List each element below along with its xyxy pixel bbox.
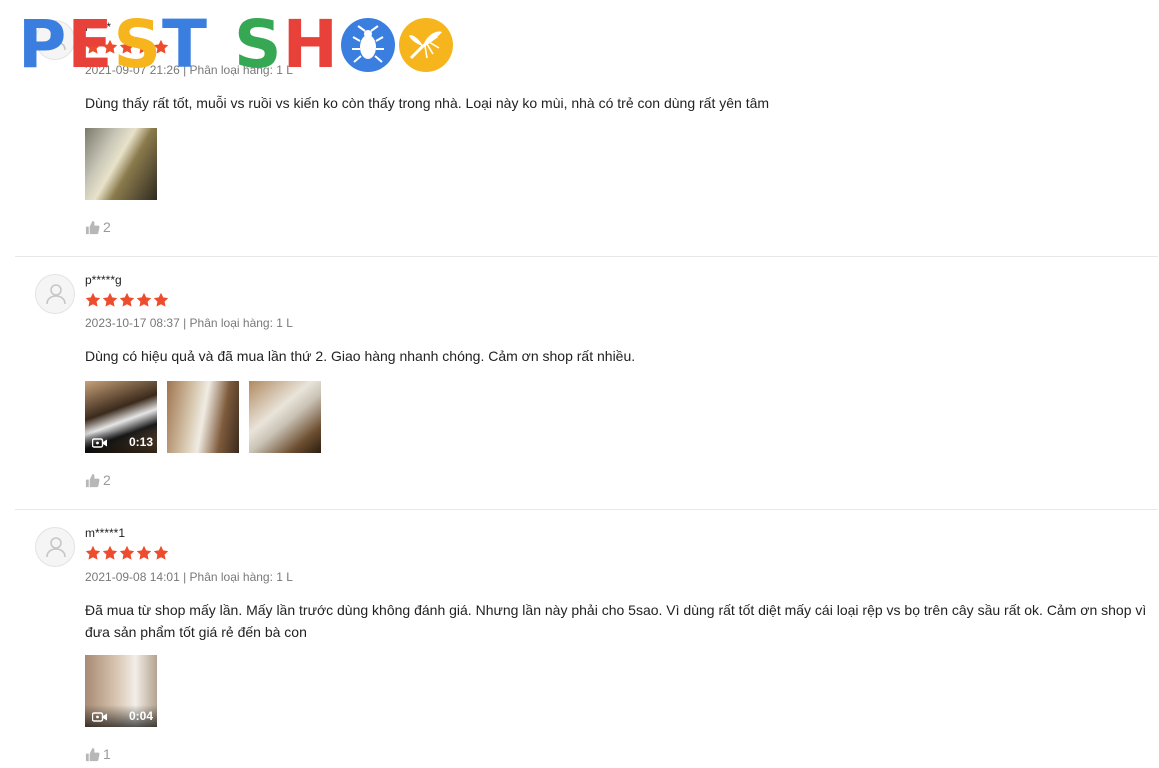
video-camera-icon bbox=[92, 437, 108, 449]
logo-letter: T bbox=[162, 6, 209, 83]
review-item: m*****1 2021-09-08 14:01 | Phân loại hàn… bbox=[15, 510, 1158, 768]
avatar[interactable] bbox=[35, 274, 75, 314]
review-media: 0:04 bbox=[85, 655, 157, 727]
video-overlay: 0:04 bbox=[85, 705, 157, 727]
review-photo[interactable] bbox=[249, 381, 321, 453]
review-video[interactable]: 0:13 bbox=[85, 381, 157, 453]
logo-letter: S bbox=[113, 6, 163, 83]
video-duration: 0:13 bbox=[128, 435, 153, 449]
rating-stars bbox=[85, 292, 169, 308]
review-video[interactable]: 0:04 bbox=[85, 655, 157, 727]
review-meta: 2021-09-08 14:01 | Phân loại hàng: 1 L bbox=[85, 570, 293, 584]
like-count: 2 bbox=[103, 219, 111, 235]
video-camera-icon bbox=[92, 711, 108, 723]
star-icon bbox=[136, 545, 152, 561]
star-icon bbox=[153, 292, 169, 308]
review-meta: 2023-10-17 08:37 | Phân loại hàng: 1 L bbox=[85, 316, 293, 330]
thumbs-up-icon bbox=[85, 473, 100, 488]
reviewer-username[interactable]: m*****1 bbox=[85, 526, 125, 540]
review-comment: Dùng có hiệu quả và đã mua lần thứ 2. Gi… bbox=[85, 348, 636, 364]
logo-letter: P bbox=[18, 6, 68, 83]
mosquito-icon bbox=[398, 18, 453, 72]
like-count: 2 bbox=[103, 472, 111, 488]
review-media: 0:13 bbox=[85, 381, 321, 453]
thumbs-up-icon bbox=[85, 220, 100, 235]
star-icon bbox=[136, 292, 152, 308]
review-comment: Dùng thấy rất tốt, muỗi vs ruồi vs kiến … bbox=[85, 95, 770, 111]
star-icon bbox=[119, 545, 135, 561]
like-button[interactable]: 1 bbox=[85, 746, 111, 762]
star-icon bbox=[102, 545, 118, 561]
star-icon bbox=[102, 292, 118, 308]
star-icon bbox=[119, 292, 135, 308]
logo-letter: S bbox=[234, 6, 283, 83]
avatar[interactable] bbox=[35, 527, 75, 567]
review-photo[interactable] bbox=[85, 128, 157, 200]
rating-stars bbox=[85, 545, 169, 561]
logo-letter: E bbox=[67, 6, 114, 83]
like-button[interactable]: 2 bbox=[85, 472, 111, 488]
reviewer-username[interactable]: p*****g bbox=[85, 273, 122, 287]
like-button[interactable]: 2 bbox=[85, 219, 111, 235]
review-item: p*****g 2023-10-17 08:37 | Phân loại hàn… bbox=[15, 257, 1158, 510]
review-media bbox=[85, 128, 157, 200]
star-icon bbox=[85, 292, 101, 308]
thumbs-up-icon bbox=[85, 747, 100, 762]
star-icon bbox=[153, 545, 169, 561]
video-duration: 0:04 bbox=[128, 709, 153, 723]
review-photo[interactable] bbox=[167, 381, 239, 453]
pest-shop-logo: P E S T S H bbox=[18, 12, 455, 78]
cockroach-icon bbox=[340, 18, 395, 72]
video-overlay: 0:13 bbox=[85, 431, 157, 453]
like-count: 1 bbox=[103, 746, 111, 762]
star-icon bbox=[85, 545, 101, 561]
review-comment: Đã mua từ shop mấy lần. Mấy lần trước dù… bbox=[85, 602, 1147, 640]
logo-letter: H bbox=[282, 6, 339, 83]
